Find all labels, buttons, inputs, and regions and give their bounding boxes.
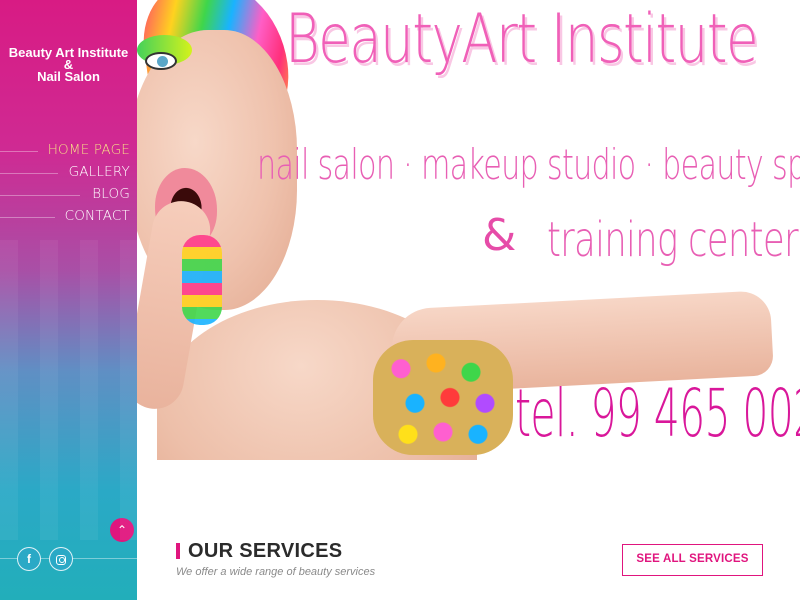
- nav-item-gallery[interactable]: GALLERY: [0, 163, 130, 185]
- services-subtitle: We offer a wide range of beauty services: [176, 566, 376, 578]
- hero-model-earring: [182, 235, 222, 325]
- brand-line-3: Nail Salon: [37, 69, 100, 84]
- hero-banner: BeautyArt Institute nail salon · makeup …: [137, 0, 800, 460]
- hero-training-line: training center: [547, 212, 799, 268]
- site-brand[interactable]: Beauty Art Institute & Nail Salon: [0, 46, 137, 84]
- instagram-link[interactable]: [49, 547, 73, 571]
- scroll-to-top-button[interactable]: ⌃: [110, 518, 134, 542]
- sidebar: Beauty Art Institute & Nail Salon HOME P…: [0, 0, 137, 600]
- hero-services-line: nail salon · makeup studio · beauty spa: [257, 140, 800, 189]
- nav-item-home-page[interactable]: HOME PAGE: [0, 141, 130, 163]
- section-accent-bar: [176, 543, 180, 559]
- main-nav: HOME PAGE GALLERY BLOG CONTACT: [0, 141, 130, 229]
- hero-phone: tel. 99 465 002: [515, 375, 800, 452]
- page: Beauty Art Institute & Nail Salon HOME P…: [0, 0, 800, 600]
- see-all-services-button[interactable]: SEE ALL SERVICES: [622, 544, 763, 576]
- chevron-up-icon: ⌃: [116, 523, 128, 537]
- hero-ampersand: &: [482, 210, 517, 261]
- nav-item-blog[interactable]: BLOG: [0, 185, 130, 207]
- nav-item-contact[interactable]: CONTACT: [0, 207, 130, 229]
- hero-model-eye: [145, 52, 177, 70]
- hero-title: BeautyArt Institute: [285, 0, 759, 79]
- services-section: OUR SERVICES We offer a wide range of be…: [137, 460, 800, 600]
- hero-model-bracelet: [373, 340, 513, 455]
- services-title: OUR SERVICES: [188, 540, 343, 562]
- facebook-icon: f: [27, 552, 31, 566]
- instagram-icon: [56, 554, 66, 565]
- facebook-link[interactable]: f: [17, 547, 41, 571]
